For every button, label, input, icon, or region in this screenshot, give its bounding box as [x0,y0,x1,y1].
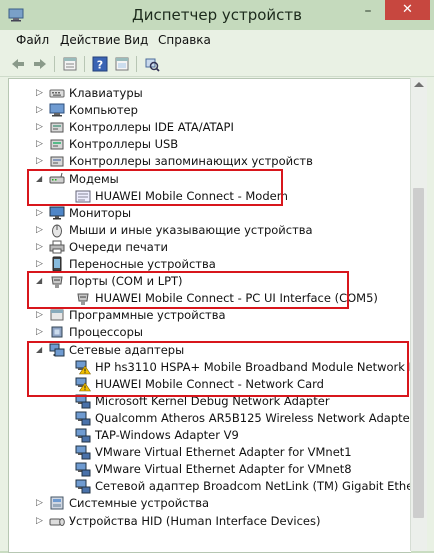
tree-row-label: Процессоры [69,325,143,340]
expand-arrow-icon[interactable]: ▷ [36,327,43,337]
expand-arrow-icon[interactable]: ▷ [36,259,43,269]
tree-category-row[interactable]: ▷ Системные устройства [9,494,409,512]
tree-row-label: TAP-Windows Adapter V9 [95,428,239,442]
system-device-icon [50,496,64,510]
tree-device-row[interactable]: TAP-Windows Adapter V9 [9,426,409,444]
tree-device-row[interactable]: Сетевой адаптер Broadcom NetLink (TM) Gi… [9,477,411,495]
expand-arrow-icon[interactable]: ▷ [36,156,43,166]
tree-row-label: Клавиатуры [69,86,143,100]
expand-arrow-icon[interactable]: ▷ [36,208,43,218]
toolbar-separator [136,56,137,72]
view-sheet-icon[interactable] [114,56,130,72]
software-device-icon [50,309,64,321]
portable-device-icon [52,256,62,272]
title-bar[interactable]: Диспетчер устройств – ✕ [0,0,434,30]
tree-row-label: VMware Virtual Ethernet Adapter for VMne… [95,462,352,477]
highlight-box-network-adapters [27,341,409,397]
tree-device-row[interactable]: VMware Virtual Ethernet Adapter for VMne… [9,460,409,478]
tree-category-row[interactable]: ▷ Контроллеры IDE ATA/ATAPI [9,118,409,136]
minimize-button[interactable]: – [358,4,378,20]
tree-row-label: Устройства HID (Human Interface Devices) [69,513,321,528]
printer-icon [49,240,65,254]
scrollbar-thumb[interactable] [413,188,424,518]
tree-category-row[interactable]: ▷ Устройства HID (Human Interface Devices… [9,512,409,530]
tree-category-row[interactable]: ▷ Контроллеры USB [9,135,409,153]
highlight-box-ports [27,271,349,309]
expand-arrow-icon[interactable]: ▷ [36,242,43,252]
scan-hardware-icon[interactable] [144,56,160,72]
tree-category-row[interactable]: ▷ Очереди печати [9,238,409,256]
menu-help[interactable]: Справка [158,33,211,47]
help-icon[interactable]: ? [92,56,108,72]
properties-sheet-icon[interactable] [62,56,78,72]
expand-arrow-icon[interactable]: ▷ [36,516,43,526]
expand-arrow-icon[interactable]: ▷ [36,88,43,98]
computer-icon [49,103,65,117]
network-card-icon [75,479,91,494]
tree-row-label: Программные устройства [69,308,226,323]
menu-action[interactable]: Действие [60,33,120,47]
hid-icon [49,517,65,526]
menu-view[interactable]: Вид [124,33,148,47]
network-card-icon [75,445,91,460]
device-tree[interactable]: ▷ Клавиатуры ▷ Компьютер ▷ Контроллеры IDE AT… [8,78,411,553]
tree-row-label: Системные устройства [69,496,210,511]
network-card-icon [75,411,91,426]
tree-category-row[interactable]: ▷ Контроллеры запоминающих устройств [9,152,409,170]
tree-row-label: Контроллеры USB [69,137,179,152]
expand-arrow-icon[interactable]: ▷ [36,105,43,115]
tree-row-label: Сетевой адаптер Broadcom NetLink (TM) Gi… [95,479,411,494]
expand-arrow-icon[interactable]: ▷ [36,225,43,235]
tree-category-row[interactable]: ▷ Клавиатуры [9,84,409,102]
scroll-up-arrow-icon[interactable] [414,82,424,87]
vertical-scrollbar[interactable] [410,78,427,551]
tree-category-row[interactable]: ▷ Процессоры [9,323,409,341]
processor-icon [51,326,63,338]
tree-category-row[interactable]: ▷ Мониторы [9,204,409,222]
toolbar-separator [54,56,55,72]
keyboard-icon [49,89,65,98]
tree-row-label: Qualcomm Atheros AR5B125 Wireless Networ… [95,410,411,425]
tree-row-label: Переносные устройства [69,257,216,271]
tree-row-label: Контроллеры IDE ATA/ATAPI [69,120,234,135]
tree-category-row[interactable]: ▷ Компьютер [9,101,409,119]
monitor-icon [49,206,65,220]
forward-arrow-icon[interactable] [32,56,48,72]
close-button[interactable]: ✕ [385,0,430,20]
expand-arrow-icon[interactable]: ▷ [36,139,43,149]
tree-row-label: VMware Virtual Ethernet Adapter for VMne… [95,445,352,460]
network-card-icon [75,428,91,443]
tree-row-label: Контроллеры запоминающих устройств [69,154,313,169]
network-card-icon [75,462,91,477]
tree-row-label: Мыши и иные указывающие устройства [69,222,313,237]
tree-device-row[interactable]: Qualcomm Atheros AR5B125 Wireless Networ… [9,409,411,427]
tree-row-label: Мониторы [69,205,132,220]
ide-controller-icon [50,122,64,133]
tree-device-row[interactable]: VMware Virtual Ethernet Adapter for VMne… [9,443,409,461]
menu-file[interactable]: Файл [16,33,49,47]
back-arrow-icon[interactable] [10,56,26,72]
tree-row-label: Очереди печати [69,239,168,254]
svg-text:?: ? [97,59,103,72]
toolbar-separator [84,56,85,72]
tree-category-row[interactable]: ▷ Мыши и иные указывающие устройства [9,221,409,239]
tree-row-label: Компьютер [69,103,138,118]
expand-arrow-icon[interactable]: ▷ [36,122,43,132]
usb-controller-icon [50,139,64,150]
highlight-box-modems [27,169,283,206]
storage-controller-icon [50,156,64,167]
toolbar: ? [0,52,434,77]
expand-arrow-icon[interactable]: ▷ [36,310,43,320]
device-manager-window: Диспетчер устройств – ✕ Файл Действие Ви… [0,0,434,553]
expand-arrow-icon[interactable]: ▷ [36,498,43,508]
mouse-icon [52,224,62,238]
menu-bar: Файл Действие Вид Справка [0,30,434,52]
